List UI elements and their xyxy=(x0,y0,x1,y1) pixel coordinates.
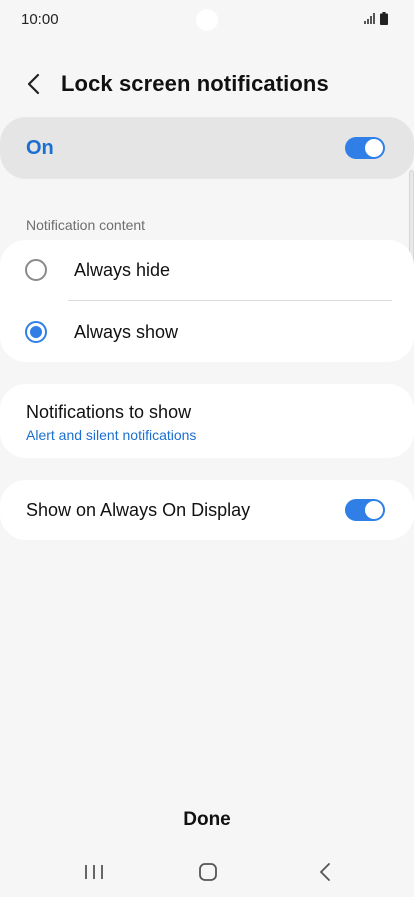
notifications-to-show-title: Notifications to show xyxy=(26,402,192,422)
done-button[interactable]: Done xyxy=(150,803,264,837)
radio-option-always-show[interactable]: Always show xyxy=(0,302,414,362)
master-switch-label: On xyxy=(26,137,54,159)
radio-option-always-hide[interactable]: Always hide xyxy=(0,240,414,300)
status-bar: 10:00 xyxy=(0,0,414,38)
notification-content-card: Always hide Always show xyxy=(0,240,414,362)
page-title: Lock screen notifications xyxy=(61,71,329,96)
back-icon[interactable] xyxy=(307,860,343,884)
home-icon[interactable] xyxy=(190,860,226,884)
status-time: 10:00 xyxy=(21,11,59,28)
master-switch-row[interactable]: On xyxy=(0,117,414,179)
always-on-display-row[interactable]: Show on Always On Display xyxy=(0,480,414,540)
divider xyxy=(68,300,392,301)
phone-screen: 10:00 Lock screen notifications On Notif… xyxy=(0,0,414,897)
notifications-to-show-value: Alert and silent notifications xyxy=(26,427,197,443)
recent-apps-icon[interactable] xyxy=(76,860,112,884)
chevron-left-icon[interactable] xyxy=(24,72,44,96)
app-header: Lock screen notifications xyxy=(0,62,414,106)
notifications-to-show-item[interactable]: Notifications to show Alert and silent n… xyxy=(0,384,414,458)
radio-label: Always hide xyxy=(74,260,171,280)
toggle-knob xyxy=(364,138,384,158)
always-on-display-label: Show on Always On Display xyxy=(26,500,251,520)
radio-button-checked[interactable] xyxy=(25,321,47,343)
always-on-display-toggle[interactable] xyxy=(345,499,385,521)
toggle-knob xyxy=(364,500,384,520)
radio-button-unchecked[interactable] xyxy=(25,259,47,281)
radio-label: Always show xyxy=(74,322,179,342)
front-camera-cutout xyxy=(196,9,218,31)
navigation-bar xyxy=(0,850,414,894)
section-label-notification-content: Notification content xyxy=(26,217,146,233)
battery-icon xyxy=(380,12,388,25)
signal-icon xyxy=(364,13,375,24)
master-toggle[interactable] xyxy=(345,137,385,159)
